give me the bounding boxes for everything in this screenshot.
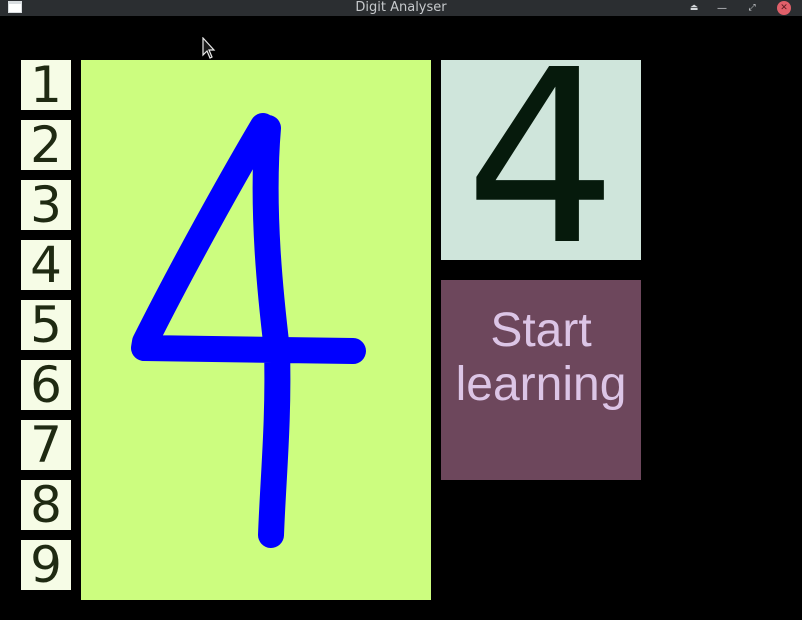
digit-button-8[interactable]: 8 (21, 480, 71, 530)
digit-button-9[interactable]: 9 (21, 540, 71, 590)
prediction-display: 4 (441, 60, 641, 260)
drawn-stroke (131, 113, 366, 548)
minimize-icon[interactable]: — (713, 0, 731, 16)
keep-above-icon[interactable]: ⏏ (685, 0, 703, 16)
digit-button-5[interactable]: 5 (21, 300, 71, 350)
digit-button-2[interactable]: 2 (21, 120, 71, 170)
mouse-cursor-icon (202, 37, 216, 59)
start-learning-label-line2: learning (455, 358, 627, 411)
start-learning-label-line1: Start (490, 304, 592, 357)
window-title: Digit Analyser (355, 0, 447, 15)
digit-button-1[interactable]: 1 (21, 60, 71, 110)
digit-button-3[interactable]: 3 (21, 180, 71, 230)
predicted-digit: 4 (464, 60, 618, 260)
maximize-icon[interactable]: ⤢ (743, 0, 761, 16)
start-learning-button[interactable]: Start learning (441, 280, 641, 480)
digit-button-7[interactable]: 7 (21, 420, 71, 470)
digit-button-4[interactable]: 4 (21, 240, 71, 290)
close-icon[interactable]: ✕ (777, 1, 791, 15)
drawing-canvas[interactable] (81, 60, 431, 600)
digit-button-6[interactable]: 6 (21, 360, 71, 410)
title-bar[interactable]: Digit Analyser ⏏ — ⤢ ✕ (0, 0, 802, 16)
